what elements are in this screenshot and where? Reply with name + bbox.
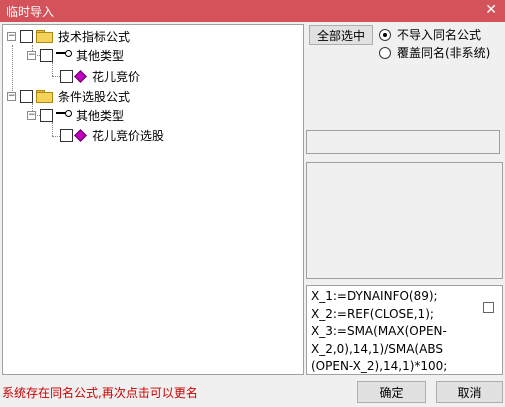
formula-line: (OPEN-X_2),14,1)*100; (311, 359, 448, 373)
formula-gem-icon (74, 128, 87, 142)
radio-overwrite-duplicates[interactable]: 覆盖同名(非系统) (379, 44, 490, 61)
folder-icon (36, 30, 53, 43)
radio-no-import-duplicates[interactable]: 不导入同名公式 (379, 26, 481, 43)
tree-connector (52, 62, 53, 76)
formula-gem-icon (74, 69, 87, 83)
tree-checkbox[interactable] (20, 89, 33, 103)
radio-dot[interactable] (379, 28, 391, 41)
tree-item-indicator-formulas[interactable]: − 技术指标公式 (7, 27, 130, 45)
select-all-button[interactable]: 全部选中 (309, 25, 373, 45)
tree-checkbox[interactable] (40, 48, 53, 62)
tree-item-label: 条件选股公式 (58, 89, 131, 104)
empty-field (306, 130, 500, 154)
tree-connector (52, 136, 60, 137)
tree-item-label: 技术指标公式 (58, 29, 131, 44)
formula-tree[interactable]: − 技术指标公式 − 其他类型 花儿竞价 − 条件选股公式 − 其他类型 花儿竞… (2, 24, 304, 375)
tree-item-label: 花儿竞价选股 (92, 128, 165, 143)
collapse-icon[interactable]: − (27, 110, 36, 120)
radio-dot[interactable] (379, 46, 391, 59)
window-title: 临时导入 (6, 5, 55, 19)
tree-checkbox[interactable] (60, 69, 73, 83)
collapse-icon[interactable]: − (7, 31, 16, 41)
cancel-button[interactable]: 取消 (436, 381, 503, 403)
formula-line: X_1:=DYNAINFO(89); (311, 289, 438, 303)
tree-connector (52, 76, 60, 77)
tree-checkbox[interactable] (40, 108, 53, 122)
description-panel (306, 162, 503, 279)
key-icon (56, 110, 72, 120)
tree-connector (52, 122, 53, 136)
tree-item-label: 其他类型 (76, 48, 125, 63)
collapse-icon[interactable]: − (27, 50, 36, 60)
folder-icon (36, 90, 53, 103)
tree-checkbox[interactable] (20, 29, 33, 43)
tree-item-label: 花儿竞价 (92, 67, 141, 85)
tree-item-formula[interactable]: 花儿竞价 (60, 67, 141, 85)
tree-item-other-type[interactable]: − 其他类型 (27, 106, 124, 124)
preview-checkbox[interactable] (483, 302, 494, 313)
key-icon (56, 50, 72, 60)
formula-line: X_3:=SMA(MAX(OPEN- (311, 324, 447, 338)
close-icon[interactable]: ✕ (485, 2, 497, 18)
collapse-icon[interactable]: − (7, 91, 16, 101)
formula-preview[interactable]: X_1:=DYNAINFO(89); X_2:=REF(CLOSE,1); X_… (306, 285, 503, 375)
tree-item-label: 其他类型 (76, 108, 125, 123)
ok-button[interactable]: 确定 (357, 381, 426, 403)
title-bar: 临时导入 ✕ (0, 0, 505, 22)
tree-item-formula[interactable]: 花儿竞价选股 (60, 126, 164, 144)
tree-item-screening-formulas[interactable]: − 条件选股公式 (7, 87, 130, 105)
tree-checkbox[interactable] (60, 128, 73, 142)
formula-line: X_2,0),14,1)/SMA(ABS (311, 341, 443, 356)
status-message: 系统存在同名公式,再次点击可以更名 (2, 386, 198, 400)
formula-line: X_2:=REF(CLOSE,1); (311, 306, 434, 321)
tree-item-other-type[interactable]: − 其他类型 (27, 46, 124, 64)
